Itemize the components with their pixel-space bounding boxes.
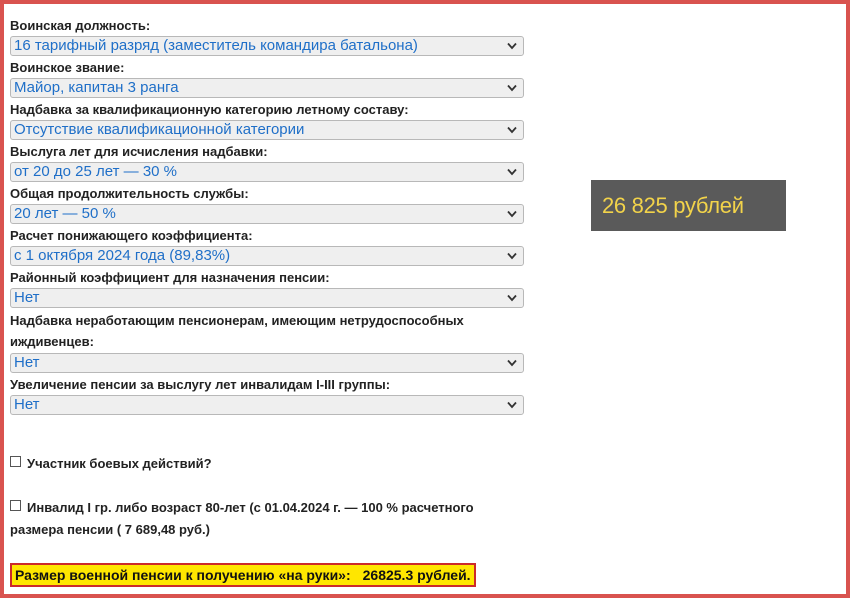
- combat-veteran-checkbox[interactable]: [10, 456, 21, 468]
- chevron-down-icon: [507, 42, 517, 50]
- rank-label: Воинское звание:: [10, 60, 125, 75]
- net-pension-label: Размер военной пенсии к получению «на ру…: [15, 567, 351, 583]
- regional-coefficient-label: Районный коэффициент для назначения пенс…: [10, 270, 330, 285]
- disability-increase-select[interactable]: Нет: [10, 395, 524, 415]
- chevron-down-icon: [507, 126, 517, 134]
- rank-select[interactable]: Майор, капитан 3 ранга: [10, 78, 524, 98]
- seniority-allowance-select-value: от 20 до 25 лет — 30 %: [14, 163, 178, 180]
- dependents-allowance-select[interactable]: Нет: [10, 353, 524, 373]
- result-total-panel: 26 825 рублей: [591, 180, 786, 231]
- chevron-down-icon: [507, 294, 517, 302]
- position-select[interactable]: 16 тарифный разряд (заместитель командир…: [10, 36, 524, 56]
- flight-category-select[interactable]: Отсутствие квалификационной категории: [10, 120, 524, 140]
- disability-increase-label: Увеличение пенсии за выслугу лет инвалид…: [10, 377, 391, 392]
- net-pension-result: Размер военной пенсии к получению «на ру…: [10, 563, 476, 587]
- seniority-allowance-select[interactable]: от 20 до 25 лет — 30 %: [10, 162, 524, 182]
- seniority-allowance-label: Выслуга лет для исчисления надбавки:: [10, 144, 268, 159]
- reduction-coefficient-select[interactable]: с 1 октября 2024 года (89,83%): [10, 246, 524, 266]
- flight-category-select-value: Отсутствие квалификационной категории: [14, 121, 305, 138]
- invalid-age-row: Инвалид I гр. либо возраст 80-лет (с 01.…: [10, 497, 520, 541]
- dependents-allowance-select-value: Нет: [14, 354, 40, 371]
- chevron-down-icon: [507, 210, 517, 218]
- chevron-down-icon: [507, 252, 517, 260]
- combat-veteran-label: Участник боевых действий?: [27, 456, 212, 471]
- combat-veteran-row: Участник боевых действий?: [10, 453, 212, 475]
- chevron-down-icon: [507, 84, 517, 92]
- service-length-select[interactable]: 20 лет — 50 %: [10, 204, 524, 224]
- invalid-age-checkbox[interactable]: [10, 500, 21, 512]
- regional-coefficient-select-value: Нет: [14, 289, 40, 306]
- position-label: Воинская должность:: [10, 18, 151, 33]
- dependents-allowance-label: Надбавка неработающим пенсионерам, имеющ…: [10, 313, 464, 349]
- chevron-down-icon: [507, 359, 517, 367]
- reduction-coefficient-select-value: с 1 октября 2024 года (89,83%): [14, 247, 231, 264]
- chevron-down-icon: [507, 168, 517, 176]
- reduction-coefficient-label: Расчет понижающего коэффициента:: [10, 228, 253, 243]
- net-pension-value: 26825.3 рублей.: [362, 567, 471, 583]
- pension-form: Воинская должность: 16 тарифный разряд (…: [10, 14, 526, 417]
- rank-select-value: Майор, капитан 3 ранга: [14, 79, 179, 96]
- service-length-label: Общая продолжительность службы:: [10, 186, 249, 201]
- service-length-select-value: 20 лет — 50 %: [14, 205, 116, 222]
- position-select-value: 16 тарифный разряд (заместитель командир…: [14, 37, 418, 54]
- disability-increase-select-value: Нет: [14, 396, 40, 413]
- invalid-age-label: Инвалид I гр. либо возраст 80-лет (с 01.…: [10, 500, 474, 537]
- flight-category-label: Надбавка за квалификационную категорию л…: [10, 102, 409, 117]
- regional-coefficient-select[interactable]: Нет: [10, 288, 524, 308]
- chevron-down-icon: [507, 401, 517, 409]
